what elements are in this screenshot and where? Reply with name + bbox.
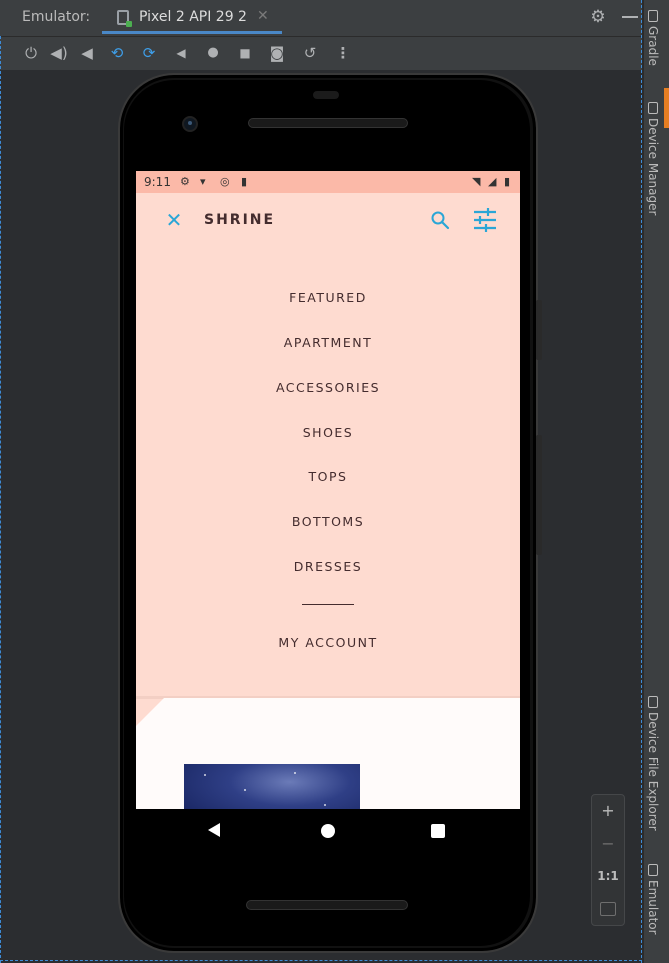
menu-item-accessories[interactable]: ACCESSORIES: [136, 378, 520, 398]
tool-window-label: Emulator:: [22, 9, 91, 25]
close-tab-icon[interactable]: ✕: [257, 8, 269, 24]
earpiece: [313, 91, 339, 99]
status-bar: 9:11 ⚙ ▾ ◎ ▮ ◥ ◢ ▮: [136, 171, 520, 193]
more-options-icon[interactable]: ⋮: [334, 44, 352, 62]
gradle-tab-label: Gradle: [646, 26, 660, 66]
nav-back-icon[interactable]: [208, 823, 220, 837]
top-speaker-grille: [248, 118, 408, 128]
battery-status-icon: ▮: [504, 175, 511, 188]
device-manager-icon: [648, 102, 658, 114]
menu-divider: [302, 604, 354, 605]
minimize-icon[interactable]: [622, 16, 638, 18]
product-image[interactable]: [184, 764, 360, 809]
zoom-out-button[interactable]: −: [591, 834, 625, 853]
rotate-right-icon[interactable]: ⟳: [140, 44, 158, 62]
wifi-question-status-icon: ▾: [200, 175, 206, 188]
nav-recents-icon[interactable]: [431, 824, 445, 838]
gradle-tab[interactable]: Gradle: [646, 10, 660, 66]
settings-status-icon: ⚙: [180, 175, 190, 188]
device-manager-tab[interactable]: Device Manager: [646, 102, 660, 215]
zoom-fit-screen-icon[interactable]: [600, 902, 616, 916]
gradle-icon: [648, 10, 658, 22]
star-dot: [294, 772, 296, 774]
menu-item-shoes[interactable]: SHOES: [136, 423, 520, 443]
window-border: [0, 960, 642, 961]
cell-signal-status-icon: ◢: [488, 175, 497, 188]
menu-item-dresses[interactable]: DRESSES: [136, 557, 520, 577]
device-tab[interactable]: Pixel 2 API 29 2 ✕: [102, 0, 282, 36]
power-side-button[interactable]: [536, 300, 542, 360]
window-border: [0, 36, 1, 963]
menu-item-featured[interactable]: FEATURED: [136, 288, 520, 308]
wifi-status-icon: ◥: [472, 175, 481, 188]
emulator-tab-label: Emulator: [646, 880, 660, 935]
bottom-speaker-grille: [246, 900, 408, 910]
menu-item-apartment[interactable]: APARTMENT: [136, 333, 520, 353]
window-border: [641, 0, 642, 963]
star-dot: [244, 789, 246, 791]
device-file-explorer-tab-label: Device File Explorer: [646, 712, 660, 831]
menu-item-tops[interactable]: TOPS: [136, 467, 520, 487]
device-file-explorer-tab[interactable]: Device File Explorer: [646, 696, 660, 831]
emulator-icon: [648, 864, 658, 876]
close-menu-icon[interactable]: ✕: [164, 209, 184, 231]
home-icon[interactable]: ●: [204, 44, 222, 62]
emulator-toolbar: [0, 37, 642, 70]
emulator-tab[interactable]: Emulator: [646, 864, 660, 935]
overview-icon[interactable]: ■: [236, 44, 254, 62]
menu-item-bottoms[interactable]: BOTTOMS: [136, 512, 520, 532]
zoom-one-to-one-button[interactable]: 1:1: [591, 869, 625, 883]
screenshot-icon[interactable]: ◙: [268, 44, 286, 62]
device-screen[interactable]: 9:11 ⚙ ▾ ◎ ▮ ◥ ◢ ▮ ✕ SHRINE FEATURED APA…: [136, 171, 520, 809]
volume-down-icon[interactable]: ◀: [78, 44, 96, 62]
star-dot: [204, 774, 206, 776]
volume-up-icon[interactable]: ◀): [50, 44, 68, 62]
emulator-title-bar: Emulator: Pixel 2 API 29 2 ✕: [0, 0, 642, 37]
power-icon[interactable]: ⏻: [22, 44, 40, 62]
tune-filter-icon[interactable]: [472, 207, 498, 233]
device-icon: [117, 10, 132, 27]
active-tab-indicator: [102, 31, 282, 34]
gear-icon[interactable]: ⚙: [589, 8, 607, 26]
nav-home-icon[interactable]: [321, 824, 335, 838]
gradle-accent: [664, 88, 669, 128]
device-file-explorer-icon: [648, 696, 658, 708]
menu-item-my-account[interactable]: MY ACCOUNT: [136, 633, 520, 653]
search-icon[interactable]: [429, 209, 451, 231]
rotate-left-icon[interactable]: ⟲: [108, 44, 126, 62]
device-manager-tab-label: Device Manager: [646, 118, 660, 216]
zoom-in-button[interactable]: +: [591, 801, 625, 820]
front-camera-icon: [182, 116, 198, 132]
snapshot-icon[interactable]: ↺: [301, 44, 319, 62]
volume-side-button[interactable]: [536, 435, 542, 555]
back-icon[interactable]: ◀: [172, 44, 190, 62]
sd-card-status-icon: ▮: [241, 175, 248, 188]
status-time: 9:11: [144, 175, 171, 189]
star-dot: [324, 804, 326, 806]
data-saver-status-icon: ◎: [220, 175, 230, 188]
app-brand-title: SHRINE: [204, 212, 276, 228]
device-tab-label: Pixel 2 API 29 2: [139, 9, 247, 25]
